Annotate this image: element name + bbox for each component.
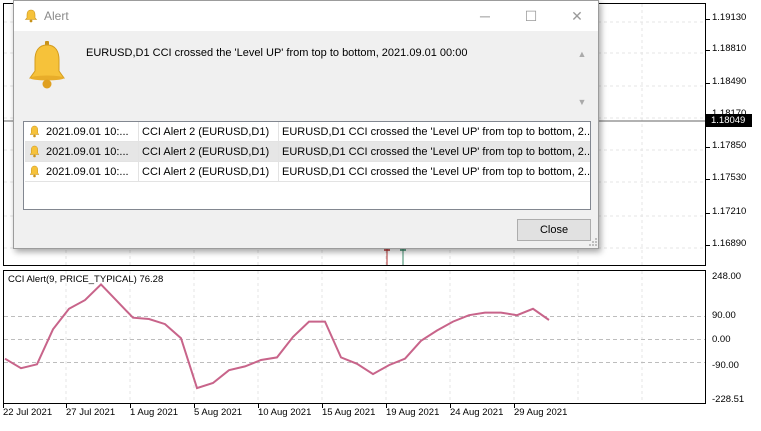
message-scrollbar[interactable]: ▲ ▼ bbox=[575, 45, 589, 115]
alert-dialog[interactable]: Alert ─ ☐ ✕ EURUSD,D1 CCI crossed the 'L… bbox=[13, 0, 599, 249]
date-label: 5 Aug 2021 bbox=[194, 407, 243, 418]
alert-name: CCI Alert 2 (EURUSD,D1) bbox=[139, 122, 279, 142]
date-label: 19 Aug 2021 bbox=[386, 407, 440, 418]
date-label: 29 Aug 2021 bbox=[514, 407, 568, 418]
alert-time-text: 2021.09.01 10:... bbox=[46, 126, 129, 138]
list-item[interactable]: 2021.09.01 10:... CCI Alert 2 (EURUSD,D1… bbox=[25, 162, 590, 182]
cci-indicator-title: CCI Alert(9, PRICE_TYPICAL) 76.28 bbox=[8, 274, 164, 285]
alert-time-text: 2021.09.01 10:... bbox=[46, 166, 129, 178]
alert-time-text: 2021.09.01 10:... bbox=[46, 146, 129, 158]
cci-axis-label: 248.00 bbox=[712, 271, 742, 282]
date-label: 22 Jul 2021 bbox=[3, 407, 53, 418]
cci-axis-label: -228.51 bbox=[712, 394, 745, 405]
price-tick bbox=[706, 179, 710, 180]
price-tick bbox=[706, 245, 710, 246]
bell-icon bbox=[29, 145, 40, 158]
price-label: 1.17210 bbox=[712, 206, 747, 217]
dialog-titlebar[interactable]: Alert ─ ☐ ✕ bbox=[14, 1, 598, 31]
dialog-title: Alert bbox=[44, 9, 69, 23]
minimize-button[interactable]: ─ bbox=[462, 1, 508, 31]
resize-grip-icon[interactable] bbox=[588, 237, 598, 247]
cci-axis-label: 90.00 bbox=[712, 310, 736, 321]
date-label: 24 Aug 2021 bbox=[450, 407, 504, 418]
alert-message: EURUSD,D1 CCI crossed the 'Level UP' fro… bbox=[86, 47, 468, 59]
alert-time: 2021.09.01 10:... bbox=[25, 142, 139, 162]
cci-axis-label: 0.00 bbox=[712, 334, 731, 345]
cci-axis-label: -90.00 bbox=[712, 360, 739, 371]
date-label: 27 Jul 2021 bbox=[66, 407, 116, 418]
price-label: 1.18490 bbox=[712, 76, 747, 87]
bell-icon bbox=[29, 125, 40, 138]
cci-indicator-pane[interactable]: CCI Alert(9, PRICE_TYPICAL) 76.28 bbox=[3, 270, 706, 404]
current-price-label: 1.18049 bbox=[706, 114, 752, 127]
alert-row-message: EURUSD,D1 CCI crossed the 'Level UP' fro… bbox=[282, 126, 590, 138]
alert-name: CCI Alert 2 (EURUSD,D1) bbox=[139, 142, 279, 162]
date-label: 10 Aug 2021 bbox=[258, 407, 312, 418]
date-label: 15 Aug 2021 bbox=[322, 407, 376, 418]
price-label: 1.17850 bbox=[712, 140, 747, 151]
alert-row-message: EURUSD,D1 CCI crossed the 'Level UP' fro… bbox=[282, 146, 590, 158]
alert-name: CCI Alert 2 (EURUSD,D1) bbox=[139, 162, 279, 182]
bell-icon bbox=[29, 165, 40, 178]
price-label: 1.19130 bbox=[712, 12, 747, 23]
list-item[interactable]: 2021.09.01 10:... CCI Alert 2 (EURUSD,D1… bbox=[25, 122, 590, 142]
price-label: 1.17530 bbox=[712, 172, 747, 183]
bell-icon bbox=[29, 41, 65, 89]
date-label: 1 Aug 2021 bbox=[130, 407, 179, 418]
alert-time: 2021.09.01 10:... bbox=[25, 122, 139, 142]
close-button[interactable]: Close bbox=[517, 219, 591, 241]
alerts-list[interactable]: 2021.09.01 10:... CCI Alert 2 (EURUSD,D1… bbox=[23, 121, 591, 210]
scroll-up-icon[interactable]: ▲ bbox=[575, 49, 589, 59]
price-tick bbox=[706, 83, 710, 84]
close-window-button[interactable]: ✕ bbox=[554, 1, 600, 31]
list-item[interactable]: 2021.09.01 10:... CCI Alert 2 (EURUSD,D1… bbox=[25, 142, 590, 162]
price-label: 1.16890 bbox=[712, 238, 747, 249]
alert-time: 2021.09.01 10:... bbox=[25, 162, 139, 182]
price-label: 1.18810 bbox=[712, 43, 747, 54]
price-tick bbox=[706, 213, 710, 214]
cci-chart-canvas bbox=[4, 271, 705, 403]
cci-series-line bbox=[4, 282, 550, 390]
alert-row-message: EURUSD,D1 CCI crossed the 'Level UP' fro… bbox=[282, 166, 590, 178]
bell-icon bbox=[24, 9, 38, 23]
maximize-button[interactable]: ☐ bbox=[508, 1, 554, 31]
price-tick bbox=[706, 19, 710, 20]
price-tick bbox=[706, 147, 710, 148]
scroll-down-icon[interactable]: ▼ bbox=[575, 97, 589, 107]
price-tick bbox=[706, 50, 710, 51]
